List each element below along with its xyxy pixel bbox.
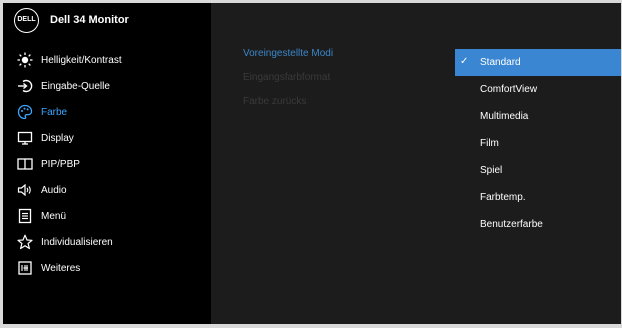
submenu-eingangsfarbformat: Eingangsfarbformat [243,72,331,83]
submenu-farbe-zuruecksetzen: Farbe zurücks [243,96,307,107]
others-icon [17,260,33,276]
menu-item-audio[interactable]: Audio [3,177,211,203]
menu-item-weiteres[interactable]: Weiteres [3,255,211,281]
main-menu: Helligkeit/Kontrast Eingabe-Quelle Farbe… [3,47,211,281]
menu-item-label: PIP/PBP [41,159,80,170]
dell-logo: DELL [14,8,39,33]
menu-item-individualisieren[interactable]: Individualisieren [3,229,211,255]
brightness-icon [17,52,33,68]
option-standard[interactable]: ✓ Standard [455,49,621,76]
option-label: Multimedia [480,111,529,122]
menu-item-label: Individualisieren [41,237,113,248]
menu-item-menu[interactable]: Menü [3,203,211,229]
menu-item-label: Audio [41,185,67,196]
option-comfortview[interactable]: ComfortView [455,76,621,103]
monitor-title: Dell 34 Monitor [50,14,129,26]
menu-item-label: Helligkeit/Kontrast [41,55,122,66]
sidebar: DELL Dell 34 Monitor Helligkeit/Kontrast… [3,3,211,324]
option-label: Standard [480,57,521,68]
menu-item-farbe[interactable]: Farbe [3,99,211,125]
menu-icon [17,208,33,224]
option-benutzerfarbe[interactable]: Benutzerfarbe [455,211,621,238]
option-farbtemp[interactable]: Farbtemp. [455,184,621,211]
menu-item-label: Weiteres [41,263,81,274]
menu-item-label: Farbe [41,107,68,118]
menu-item-eingabe-quelle[interactable]: Eingabe-Quelle [3,73,211,99]
option-label: Spiel [480,165,503,176]
option-film[interactable]: Film [455,130,621,157]
pip-pbp-icon [17,156,33,172]
preset-mode-options: ✓ Standard ComfortView Multimedia Film S… [455,49,621,238]
option-label: ComfortView [480,84,538,95]
star-icon [17,234,33,250]
osd-header: DELL Dell 34 Monitor [3,3,211,39]
menu-item-label: Display [41,133,74,144]
submenu-voreingestellte-modi[interactable]: Voreingestellte Modi [243,47,443,71]
menu-item-display[interactable]: Display [3,125,211,151]
speaker-icon [17,182,33,198]
option-multimedia[interactable]: Multimedia [455,103,621,130]
input-source-icon [17,78,33,94]
menu-item-label: Eingabe-Quelle [41,81,110,92]
option-label: Film [480,138,499,149]
option-label: Farbtemp. [480,192,526,203]
menu-item-pip-pbp[interactable]: PIP/PBP [3,151,211,177]
check-icon: ✓ [460,56,469,67]
menu-item-label: Menü [41,211,67,222]
option-spiel[interactable]: Spiel [455,157,621,184]
option-label: Benutzerfarbe [480,219,543,230]
color-palette-icon [17,104,33,120]
menu-item-helligkeit-kontrast[interactable]: Helligkeit/Kontrast [3,47,211,73]
osd-window: DELL Dell 34 Monitor Helligkeit/Kontrast… [3,3,621,324]
color-submenu: Voreingestellte Modi Eingangsfarbformat … [243,47,443,119]
display-icon [17,130,33,146]
